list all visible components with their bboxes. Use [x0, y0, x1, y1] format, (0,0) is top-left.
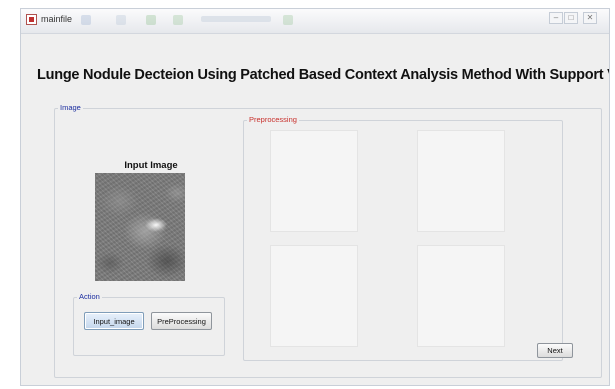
maximize-icon[interactable]: □: [564, 12, 578, 24]
faded-taskbar-icon: [173, 15, 183, 25]
close-icon[interactable]: ✕: [583, 12, 597, 24]
faded-taskbar-icon: [283, 15, 293, 25]
title-bar[interactable]: mainfile – □ ✕: [21, 9, 609, 34]
app-window: mainfile – □ ✕ Lunge Nodule Decteion Usi…: [20, 8, 610, 386]
preprocessing-preview-top-left: [270, 130, 358, 232]
input-image-display: [95, 173, 185, 281]
faded-taskbar-icon: [116, 15, 126, 25]
input-image-button[interactable]: Input_image: [84, 312, 144, 330]
page-title: Lunge Nodule Decteion Using Patched Base…: [37, 67, 609, 83]
window-title: mainfile: [41, 14, 73, 24]
preprocessing-preview-bottom-left: [270, 245, 358, 347]
faded-taskbar-label: [201, 16, 271, 22]
image-panel-legend: Image: [60, 103, 81, 112]
preprocessing-preview-top-right: [417, 130, 505, 232]
preprocessing-preview-bottom-right: [417, 245, 505, 347]
preprocessing-panel-legend: Preprocessing: [249, 115, 297, 124]
faded-taskbar-icon: [81, 15, 91, 25]
input-image-label: Input Image: [124, 160, 178, 171]
action-panel-legend: Action: [79, 292, 100, 301]
java-app-icon: [26, 14, 37, 25]
preprocessing-button[interactable]: PreProcessing: [151, 312, 212, 330]
minimize-icon[interactable]: –: [549, 12, 563, 24]
next-button[interactable]: Next: [537, 343, 573, 358]
faded-taskbar-icon: [146, 15, 156, 25]
